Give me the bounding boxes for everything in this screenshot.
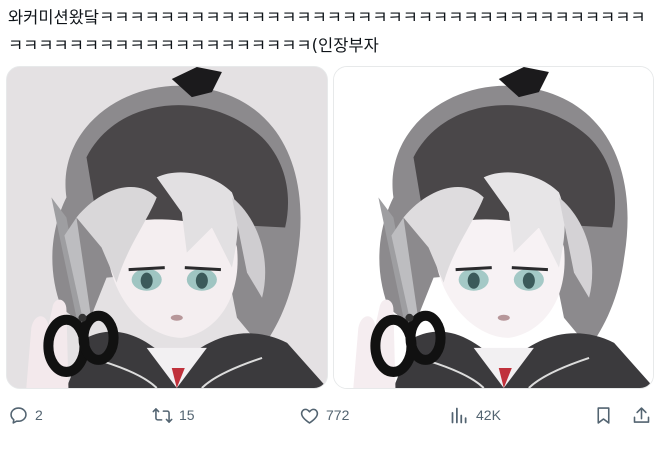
reply-button[interactable]: 2	[8, 403, 43, 427]
reply-count: 2	[35, 406, 43, 423]
post-image-1[interactable]	[6, 66, 328, 389]
media-grid	[6, 66, 654, 389]
action-bar: 2 15 772 42K	[0, 395, 661, 435]
repost-count: 15	[179, 406, 195, 423]
like-button[interactable]: 772	[299, 403, 349, 427]
views-count: 42K	[476, 406, 501, 423]
post-text: 와커미션왔닼ㅋㅋㅋㅋㅋㅋㅋㅋㅋㅋㅋㅋㅋㅋㅋㅋㅋㅋㅋㅋㅋㅋㅋㅋㅋㅋㅋㅋㅋㅋㅋㅋㅋㅋ…	[8, 8, 646, 55]
heart-icon	[300, 408, 319, 424]
share-icon	[633, 406, 650, 423]
bookmark-icon	[597, 406, 610, 424]
repost-button[interactable]: 15	[152, 403, 195, 427]
repost-icon	[152, 407, 173, 423]
anime-portrait-image	[333, 67, 653, 388]
anime-portrait-image	[7, 67, 327, 388]
post-image-2[interactable]	[332, 66, 654, 389]
views-button[interactable]: 42K	[449, 403, 501, 427]
bookmark-button[interactable]	[593, 403, 614, 427]
analytics-icon	[451, 407, 467, 423]
reply-icon	[10, 406, 27, 424]
share-button[interactable]	[631, 403, 652, 427]
like-count: 772	[326, 406, 350, 423]
